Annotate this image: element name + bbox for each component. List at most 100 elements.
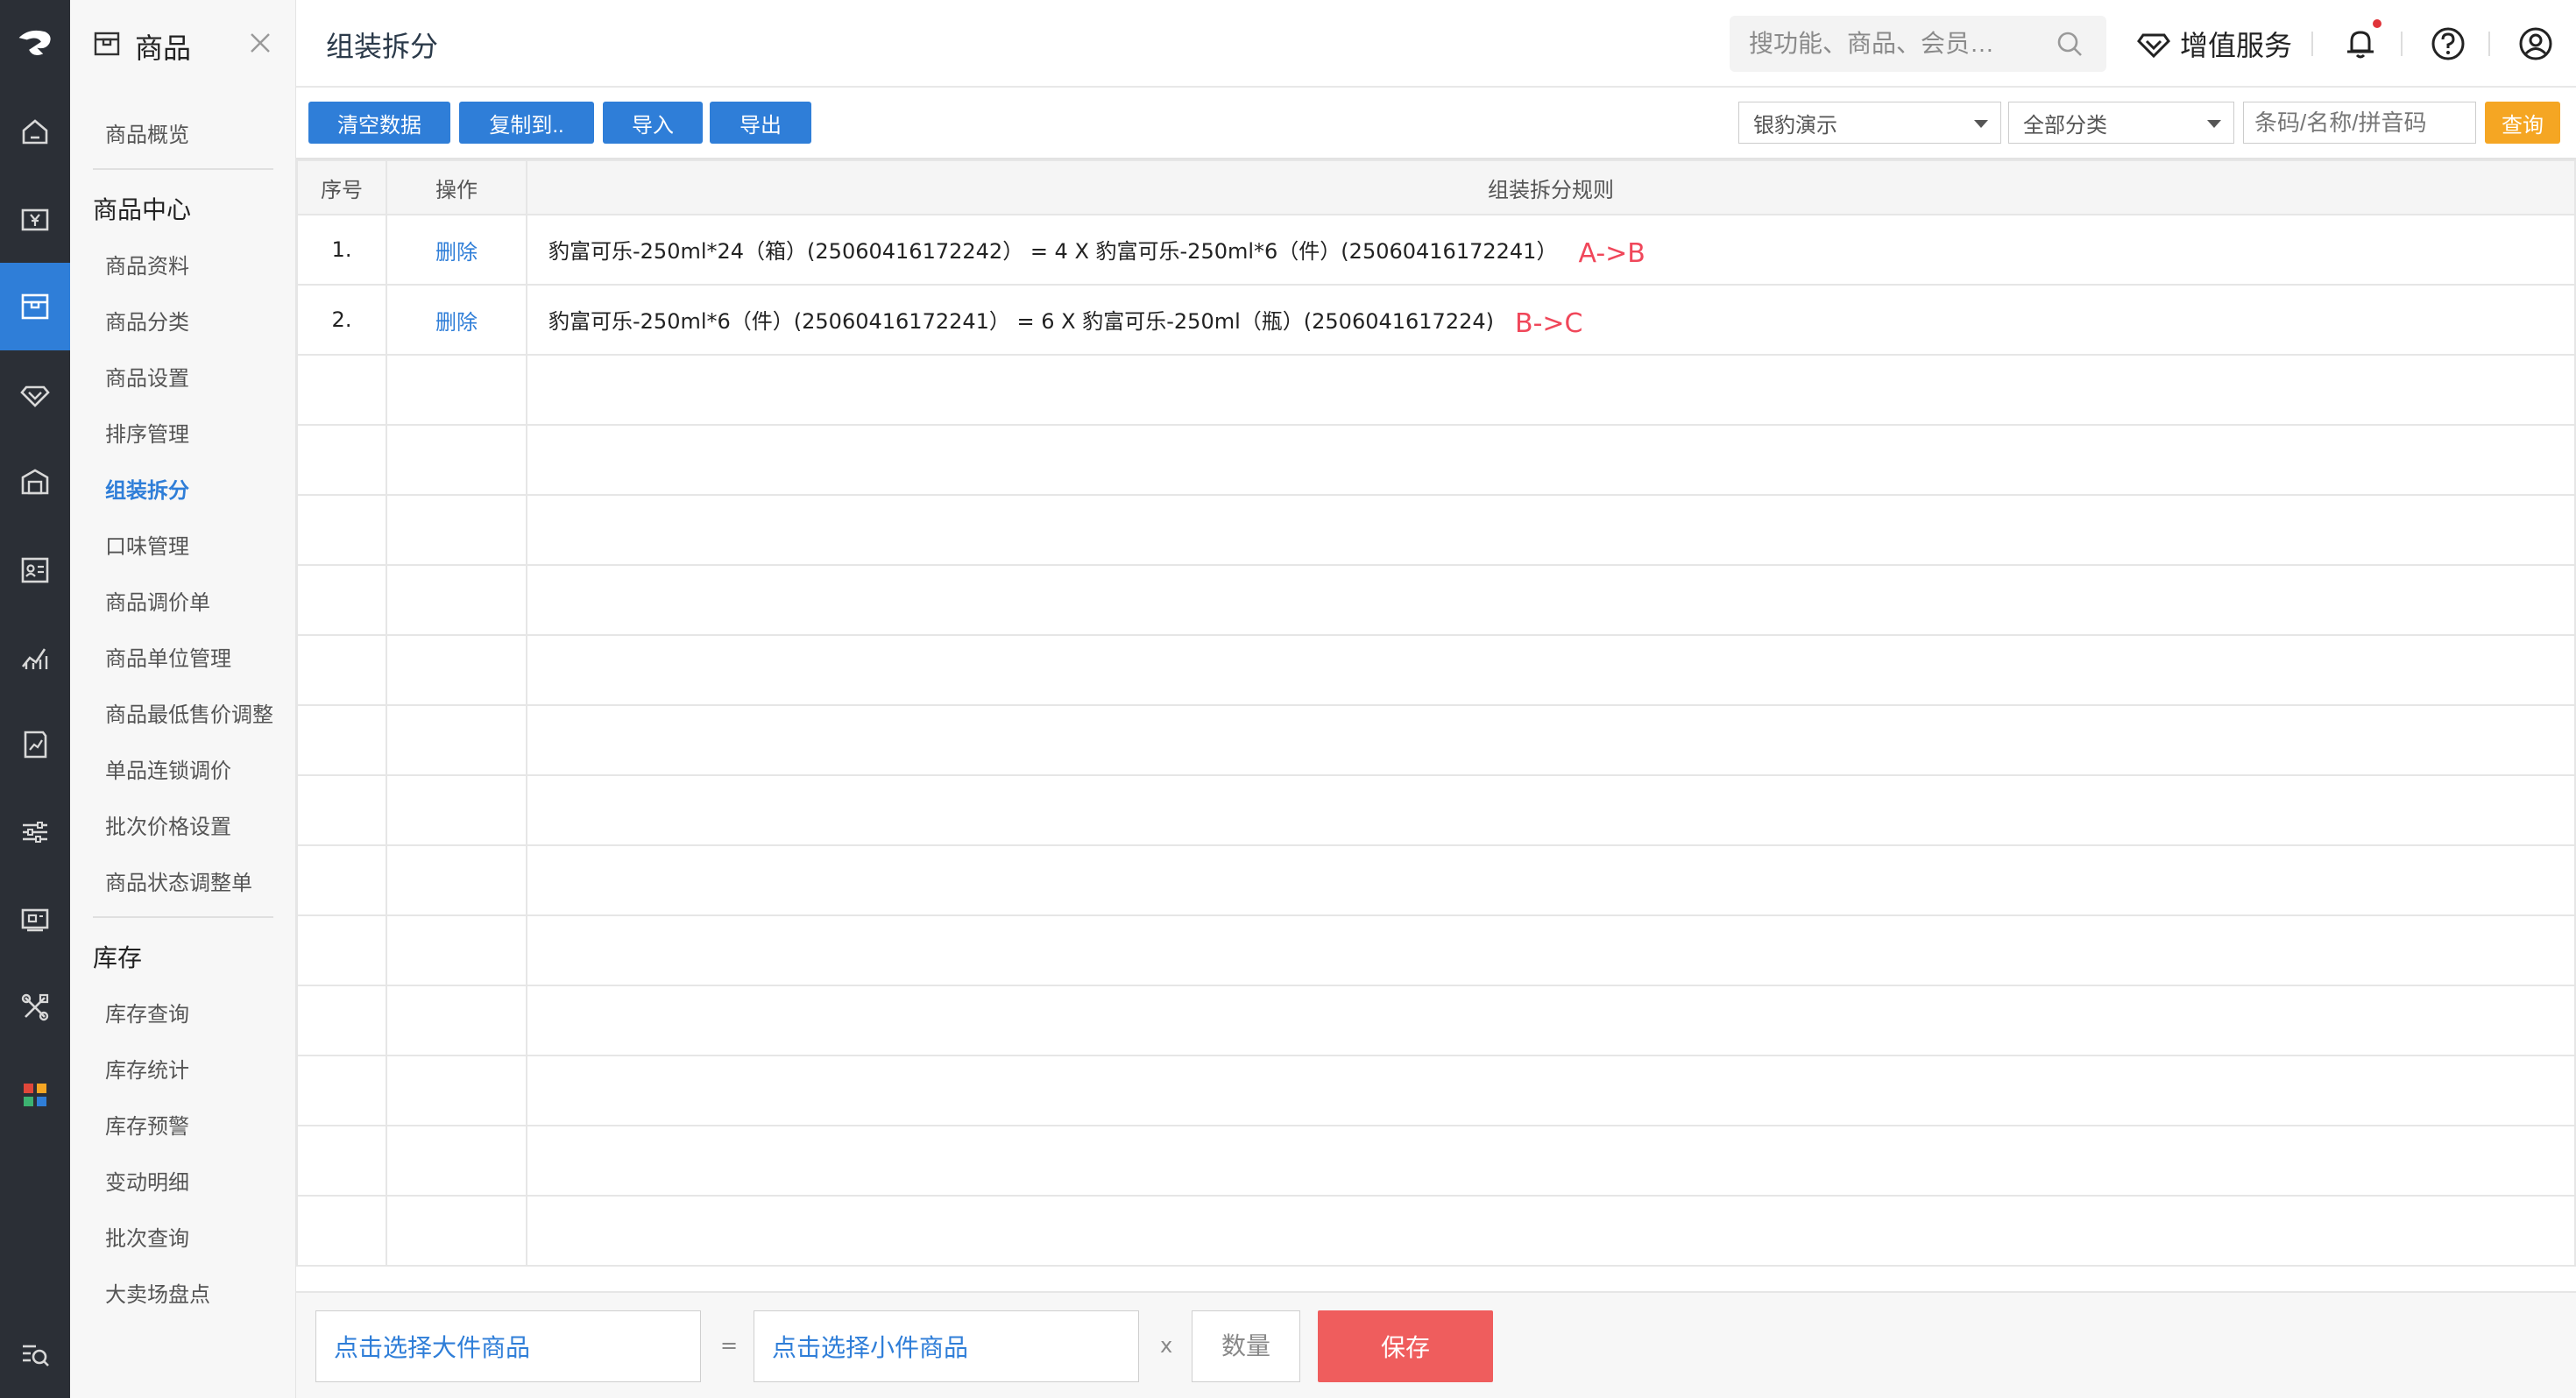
empty-cell — [526, 564, 2576, 636]
menu-item-inventory-1[interactable]: 库存查询 — [105, 997, 189, 1027]
finance-icon — [24, 731, 47, 759]
empty-cell — [526, 704, 2576, 776]
empty-cell — [386, 424, 527, 496]
menu-item-2[interactable]: 商品分类 — [105, 305, 189, 335]
apps-icon — [24, 1084, 46, 1106]
empty-cell — [296, 494, 387, 566]
empty-cell — [296, 1195, 387, 1267]
rule-annotation: A->B — [1578, 238, 1645, 269]
caret-down-icon — [2207, 120, 2221, 128]
menu-item-overview[interactable]: 商品概览 — [105, 117, 189, 148]
rail-item-product[interactable] — [0, 263, 70, 350]
store-select[interactable]: 银豹演示 — [1738, 102, 2001, 144]
row-operation: 删除 — [386, 214, 527, 286]
menu-item-8[interactable]: 商品单位管理 — [105, 641, 231, 672]
menu-item-5[interactable]: 组装拆分 — [105, 473, 189, 504]
empty-cell — [526, 914, 2576, 986]
user-account-icon[interactable] — [2516, 25, 2555, 63]
category-select[interactable]: 全部分类 — [2008, 102, 2234, 144]
value-added-services-button[interactable]: 增值服务 — [2136, 21, 2292, 67]
empty-cell — [526, 354, 2576, 426]
search-input[interactable] — [1749, 16, 2047, 72]
report-icon — [21, 648, 48, 669]
select-small-item-field[interactable]: 点击选择小件商品 — [754, 1310, 1139, 1382]
menu-item-4[interactable]: 排序管理 — [105, 417, 189, 448]
rail-item-member[interactable] — [0, 350, 70, 438]
topbar: 组装拆分 增值服务 — [296, 0, 2576, 88]
delete-link[interactable]: 删除 — [435, 240, 478, 265]
menu-item-3[interactable]: 商品设置 — [105, 361, 189, 392]
rail-item-cashier[interactable] — [0, 175, 70, 263]
left-rail — [0, 0, 70, 1398]
menu-item-10[interactable]: 单品连锁调价 — [105, 753, 231, 784]
rule-text: 豹富可乐-250ml*24（箱）(25060416172242） = 4 X 豹… — [548, 239, 1558, 264]
menu-section-product-center: 商品中心 — [93, 195, 192, 224]
menu-item-inventory-4[interactable]: 变动明细 — [105, 1165, 189, 1196]
rules-table: 序号 操作 组装拆分规则 1. 删除 豹富可乐-250ml*24（箱）(250604… — [296, 159, 2576, 1267]
rail-item-report[interactable] — [0, 613, 70, 701]
value-added-services-label: 增值服务 — [2180, 29, 2293, 62]
rail-item-home[interactable] — [0, 88, 70, 175]
empty-cell — [386, 985, 527, 1056]
page-title: 组装拆分 — [326, 30, 439, 63]
empty-cell — [296, 985, 387, 1056]
rail-item-stock[interactable] — [0, 438, 70, 526]
rail-item-settings-sliders[interactable] — [0, 788, 70, 876]
logo-icon[interactable] — [0, 0, 70, 88]
barcode-filter-input[interactable] — [2243, 102, 2476, 144]
help-icon[interactable] — [2429, 25, 2467, 63]
clear-data-button[interactable]: 清空数据 — [308, 102, 450, 144]
close-icon[interactable] — [247, 30, 273, 56]
rail-item-search-list[interactable] — [0, 1310, 70, 1398]
empty-cell — [296, 774, 387, 846]
menu-item-12[interactable]: 商品状态调整单 — [105, 865, 252, 896]
menu-divider — [93, 916, 273, 918]
empty-row — [296, 704, 2576, 776]
menu-item-inventory-6[interactable]: 大卖场盘点 — [105, 1277, 210, 1308]
select-big-item-field[interactable]: 点击选择大件商品 — [315, 1310, 701, 1382]
empty-cell — [526, 1055, 2576, 1126]
menu-item-inventory-3[interactable]: 库存预警 — [105, 1109, 189, 1140]
rail-item-staff[interactable] — [0, 526, 70, 613]
empty-row — [296, 914, 2576, 986]
menu-item-11[interactable]: 批次价格设置 — [105, 809, 231, 840]
query-button[interactable]: 查询 — [2485, 102, 2560, 144]
menu-item-6[interactable]: 口味管理 — [105, 529, 189, 560]
rail-item-device[interactable] — [0, 876, 70, 964]
global-search[interactable] — [1730, 16, 2106, 72]
empty-row — [296, 494, 2576, 566]
delete-link[interactable]: 删除 — [435, 310, 478, 335]
copy-to-button[interactable]: 复制到.. — [459, 102, 594, 144]
cashier-icon — [21, 208, 49, 231]
notification-dot — [2373, 19, 2381, 28]
rail-item-finance[interactable] — [0, 701, 70, 788]
rail-item-apps[interactable] — [0, 1051, 70, 1139]
menu-item-inventory-2[interactable]: 库存统计 — [105, 1053, 189, 1084]
export-button[interactable]: 导出 — [710, 102, 811, 144]
toolbar: 清空数据 复制到.. 导入 导出 银豹演示 全部分类 查询 — [296, 88, 2576, 158]
empty-row — [296, 1125, 2576, 1197]
empty-cell — [386, 1195, 527, 1267]
empty-cell — [386, 774, 527, 846]
rule-text: 豹富可乐-250ml*6（件）(25060416172241） = 6 X 豹富… — [548, 309, 1495, 334]
bell-icon[interactable] — [2341, 25, 2380, 63]
empty-cell — [386, 634, 527, 706]
app: 商品 商品概览 商品中心 商品资料 商品分类 商品设置 排序管理 组装拆分 口味管理 商品调价单… — [0, 0, 2576, 1398]
menu-item-1[interactable]: 商品资料 — [105, 249, 189, 279]
divider — [2488, 32, 2490, 56]
times-sign: x — [1160, 1333, 1173, 1358]
quantity-input[interactable] — [1192, 1310, 1300, 1382]
menu-item-7[interactable]: 商品调价单 — [105, 585, 210, 616]
diamond-icon — [2137, 33, 2170, 59]
rail-item-tools[interactable] — [0, 964, 70, 1051]
row-operation: 删除 — [386, 284, 527, 356]
empty-cell — [386, 704, 527, 776]
save-button[interactable]: 保存 — [1318, 1310, 1493, 1382]
menu-item-9[interactable]: 商品最低售价调整 — [105, 697, 273, 728]
import-button[interactable]: 导入 — [603, 102, 703, 144]
empty-cell — [296, 914, 387, 986]
empty-cell — [526, 634, 2576, 706]
search-icon[interactable] — [2056, 30, 2084, 58]
empty-cell — [526, 494, 2576, 566]
menu-item-inventory-5[interactable]: 批次查询 — [105, 1221, 189, 1252]
